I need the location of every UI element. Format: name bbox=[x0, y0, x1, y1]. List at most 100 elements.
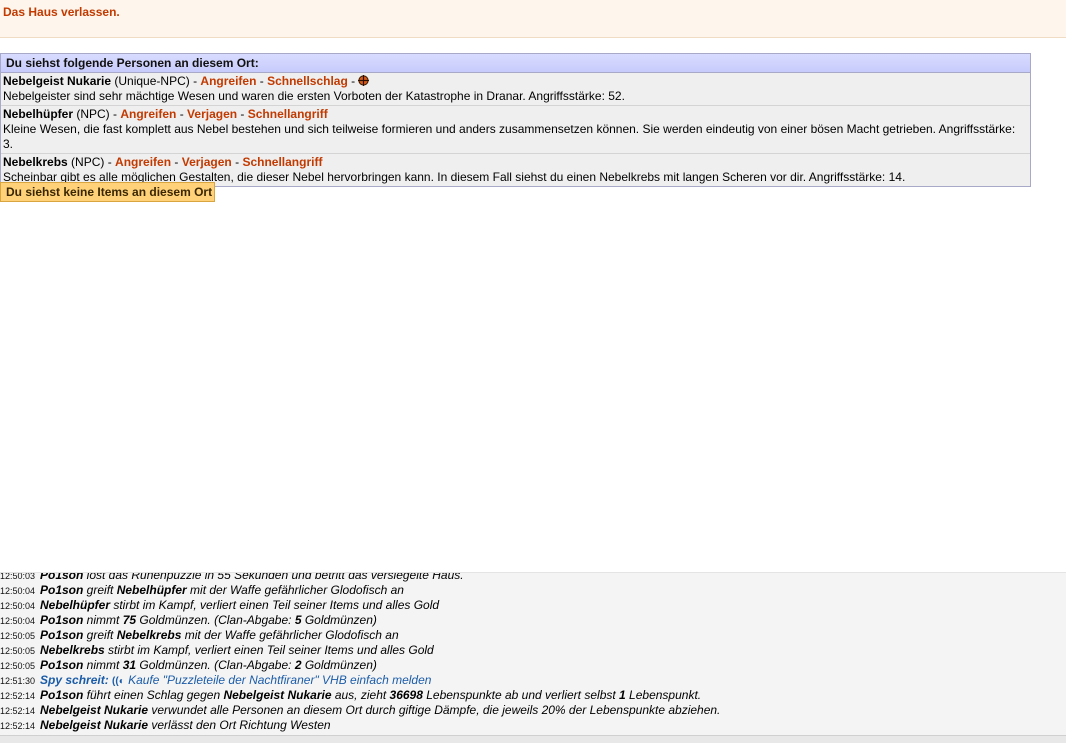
log-line: 12:50:03 Po1son löst das Runenpuzzle in 5… bbox=[0, 572, 1066, 583]
log-line: 12:50:04 Nebelhüpfer stirbt im Kampf, ver… bbox=[0, 598, 1066, 613]
shout-text: Kaufe "Puzzleteile der Nachtfiraner" VHB… bbox=[124, 673, 432, 687]
person-name[interactable]: Nebelhüpfer bbox=[3, 107, 73, 121]
sound-icon: ((◐ bbox=[112, 676, 125, 687]
separator: - bbox=[231, 155, 243, 169]
log-message: Po1son greift Nebelkrebs mit der Waffe g… bbox=[40, 628, 399, 642]
action-schnellangriff[interactable]: Schnellangriff bbox=[242, 155, 322, 169]
leave-house-link[interactable]: Das Haus verlassen. bbox=[3, 5, 120, 19]
log-emphasis: 31 bbox=[122, 658, 137, 672]
log-time: 12:50:05 bbox=[0, 661, 36, 671]
log-line: 12:52:14 Po1son führt einen Schlag gegen … bbox=[0, 688, 1066, 703]
log-time: 12:50:05 bbox=[0, 631, 36, 641]
person-row: Nebelhüpfer (NPC) - Angreifen - Verjagen… bbox=[1, 106, 1030, 154]
log-text: Goldmünzen. (Clan-Abgabe: bbox=[136, 658, 295, 672]
person-row: Nebelgeist Nukarie (Unique-NPC) - Angrei… bbox=[1, 73, 1030, 106]
log-text: greift bbox=[83, 628, 117, 642]
person-header-line: Nebelkrebs (NPC) - Angreifen - Verjagen … bbox=[3, 155, 1028, 170]
log-emphasis: 1 bbox=[619, 688, 626, 702]
separator: - bbox=[109, 107, 121, 121]
log-emphasis: Po1son bbox=[40, 572, 84, 582]
person-description: Nebelgeister sind sehr mächtige Wesen un… bbox=[3, 89, 625, 103]
log-time: 12:50:04 bbox=[0, 616, 36, 626]
event-log: 12:50:03 Po1son löst das Runenpuzzle in 5… bbox=[0, 572, 1066, 743]
log-time: 12:52:14 bbox=[0, 691, 36, 701]
no-items-button[interactable]: Du siehst keine Items an diesem Ort bbox=[0, 182, 215, 202]
log-emphasis: Nebelhüpfer bbox=[40, 598, 111, 612]
people-list: Nebelgeist Nukarie (Unique-NPC) - Angrei… bbox=[1, 73, 1030, 186]
separator: - bbox=[104, 155, 116, 169]
log-time: 12:51:30 bbox=[0, 676, 36, 686]
people-panel-header: Du siehst folgende Personen an diesem Or… bbox=[1, 54, 1030, 73]
log-message: Po1son löst das Runenpuzzle in 55 Sekund… bbox=[40, 572, 464, 582]
log-message: Po1son greift Nebelhüpfer mit der Waffe … bbox=[40, 583, 404, 597]
log-message: Nebelgeist Nukarie verlässt den Ort Rich… bbox=[40, 718, 331, 732]
log-emphasis: Po1son bbox=[40, 688, 84, 702]
log-time: 12:50:04 bbox=[0, 586, 36, 596]
action-schnellschlag[interactable]: Schnellschlag bbox=[267, 74, 348, 88]
log-emphasis: Po1son bbox=[40, 583, 84, 597]
log-text: verwundet alle Personen an diesem Ort du… bbox=[148, 703, 721, 717]
log-text: Goldmünzen) bbox=[301, 658, 377, 672]
log-emphasis: Po1son bbox=[40, 613, 84, 627]
separator: - bbox=[171, 155, 182, 169]
log-line: 12:50:05 Nebelkrebs stirbt im Kampf, verl… bbox=[0, 643, 1066, 658]
top-bar: Das Haus verlassen. bbox=[0, 0, 1066, 38]
crosshair-icon[interactable] bbox=[358, 75, 370, 86]
log-emphasis: Nebelgeist Nukarie bbox=[40, 718, 149, 732]
log-emphasis: 75 bbox=[122, 613, 137, 627]
separator: - bbox=[189, 74, 201, 88]
action-angreifen[interactable]: Angreifen bbox=[115, 155, 171, 169]
log-emphasis: Nebelkrebs bbox=[40, 643, 105, 657]
log-time: 12:50:04 bbox=[0, 601, 36, 611]
log-text: stirbt im Kampf, verliert einen Teil sei… bbox=[104, 643, 434, 657]
log-line: 12:50:05 Po1son nimmt 31 Goldmünzen. (Cla… bbox=[0, 658, 1066, 673]
person-name[interactable]: Nebelgeist Nukarie bbox=[3, 74, 111, 88]
log-text: Goldmünzen. (Clan-Abgabe: bbox=[136, 613, 295, 627]
log-text: stirbt im Kampf, verliert einen Teil sei… bbox=[110, 598, 440, 612]
action-angreifen[interactable]: Angreifen bbox=[200, 74, 256, 88]
person-header-line: Nebelhüpfer (NPC) - Angreifen - Verjagen… bbox=[3, 107, 1028, 122]
log-message: Po1son nimmt 75 Goldmünzen. (Clan-Abgabe… bbox=[40, 613, 377, 627]
action-verjagen[interactable]: Verjagen bbox=[187, 107, 237, 121]
log-text: nimmt bbox=[83, 658, 123, 672]
separator: - bbox=[347, 74, 359, 88]
person-type: (NPC) bbox=[73, 107, 110, 121]
log-text: nimmt bbox=[83, 613, 123, 627]
log-emphasis: 36698 bbox=[389, 688, 423, 702]
log-message: Nebelkrebs stirbt im Kampf, verliert ein… bbox=[40, 643, 434, 657]
log-emphasis: Po1son bbox=[40, 628, 84, 642]
separator: - bbox=[176, 107, 188, 121]
log-message: Spy schreit: ((◐ Kaufe "Puzzleteile der … bbox=[40, 673, 431, 687]
log-time: 12:50:05 bbox=[0, 646, 36, 656]
log-lines: 12:50:03 Po1son löst das Runenpuzzle in 5… bbox=[0, 572, 1066, 733]
person-header-line: Nebelgeist Nukarie (Unique-NPC) - Angrei… bbox=[3, 74, 1028, 89]
person-type: (NPC) bbox=[67, 155, 105, 169]
action-angreifen[interactable]: Angreifen bbox=[120, 107, 176, 121]
log-text: greift bbox=[83, 583, 117, 597]
action-schnellangriff[interactable]: Schnellangriff bbox=[248, 107, 328, 121]
log-line: 12:50:04 Po1son greift Nebelhüpfer mit de… bbox=[0, 583, 1066, 598]
log-time: 12:52:14 bbox=[0, 706, 36, 716]
people-panel: Du siehst folgende Personen an diesem Or… bbox=[0, 53, 1031, 187]
log-text: löst das Runenpuzzle in 55 Sekunden und … bbox=[83, 572, 464, 582]
log-emphasis: Nebelgeist Nukarie bbox=[223, 688, 332, 702]
person-description: Kleine Wesen, die fast komplett aus Nebe… bbox=[3, 122, 1016, 151]
action-verjagen[interactable]: Verjagen bbox=[182, 155, 232, 169]
log-text: Goldmünzen) bbox=[301, 613, 377, 627]
log-line: 12:52:14 Nebelgeist Nukarie verlässt den … bbox=[0, 718, 1066, 733]
log-emphasis: Nebelkrebs bbox=[116, 628, 182, 642]
log-text: verlässt den Ort Richtung Westen bbox=[148, 718, 331, 732]
log-text: mit der Waffe gefährlicher Glodofisch an bbox=[186, 583, 404, 597]
log-line: 12:50:04 Po1son nimmt 75 Goldmünzen. (Cla… bbox=[0, 613, 1066, 628]
log-emphasis: Nebelhüpfer bbox=[116, 583, 187, 597]
log-text: Lebenspunkte ab und verliert selbst bbox=[422, 688, 620, 702]
log-message: Nebelhüpfer stirbt im Kampf, verliert ei… bbox=[40, 598, 439, 612]
separator: - bbox=[256, 74, 268, 88]
person-name[interactable]: Nebelkrebs bbox=[3, 155, 68, 169]
log-message: Nebelgeist Nukarie verwundet alle Person… bbox=[40, 703, 720, 717]
shout-speaker[interactable]: Spy schreit: bbox=[40, 673, 109, 687]
log-time: 12:52:14 bbox=[0, 721, 36, 731]
log-text: mit der Waffe gefährlicher Glodofisch an bbox=[181, 628, 399, 642]
log-line: 12:52:14 Nebelgeist Nukarie verwundet all… bbox=[0, 703, 1066, 718]
person-type: (Unique-NPC) bbox=[111, 74, 190, 88]
